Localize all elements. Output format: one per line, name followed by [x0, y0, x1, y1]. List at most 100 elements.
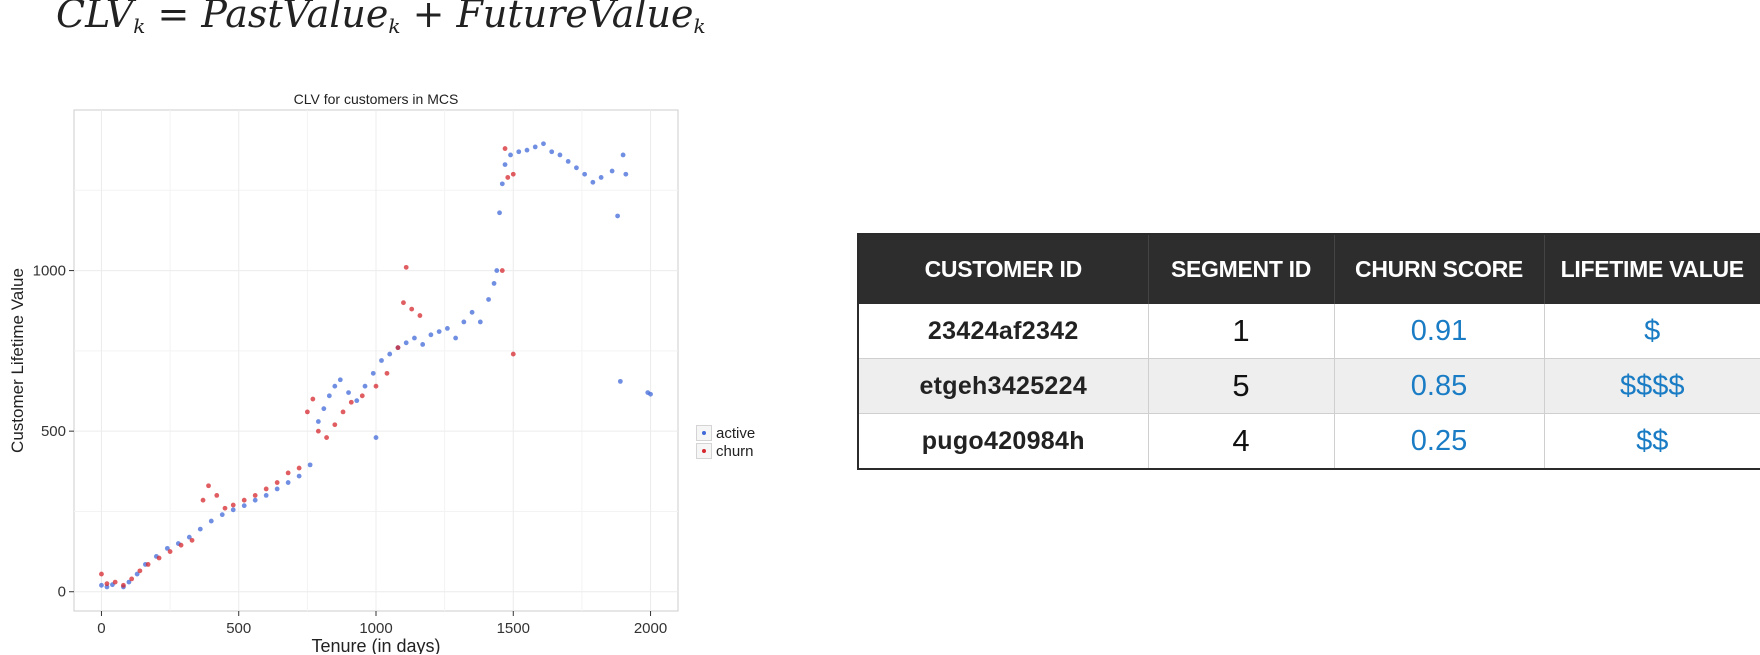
- data-point-active: [403, 340, 409, 346]
- data-point-churn: [403, 264, 409, 270]
- data-point-churn: [230, 502, 236, 508]
- data-point-active: [241, 503, 247, 509]
- scatter-plot: 0 500 1000 1500 2000 0 500 1000 CLV for customer…: [8, 91, 679, 654]
- table-row: 23424af2342 1 0.91 $: [858, 304, 1760, 359]
- table-header-row: CUSTOMER ID SEGMENT ID CHURN SCORE LIFET…: [858, 234, 1760, 304]
- clv-formula: CLVk = PastValuek + FutureValuek: [56, 0, 706, 38]
- data-point-active: [208, 518, 214, 524]
- data-point-churn: [395, 345, 401, 351]
- data-point-churn: [156, 555, 162, 561]
- data-point-churn: [285, 470, 291, 476]
- data-point-active: [230, 507, 236, 513]
- cell-customer-id: 23424af2342: [858, 304, 1149, 359]
- data-point-churn: [359, 393, 365, 399]
- data-point-churn: [409, 306, 415, 312]
- header-customer-id: CUSTOMER ID: [858, 234, 1149, 304]
- data-point-churn: [510, 171, 516, 177]
- data-point-churn: [502, 146, 508, 151]
- data-point-active: [315, 419, 321, 424]
- data-point-active: [623, 171, 629, 177]
- data-point-churn: [189, 537, 195, 543]
- header-lifetime-value: LIFETIME VALUE: [1544, 234, 1760, 304]
- formula-lhs-sub: k: [133, 14, 146, 38]
- data-point-churn: [214, 492, 220, 498]
- data-point-active: [436, 329, 442, 334]
- data-point-active: [590, 179, 596, 185]
- data-point-active: [565, 158, 571, 164]
- cell-customer-id: etgeh3425224: [858, 358, 1149, 414]
- data-point-churn: [296, 465, 302, 471]
- data-point-churn: [145, 562, 151, 567]
- data-point-churn: [348, 399, 354, 405]
- chart-title: CLV for customers in MCS: [294, 91, 459, 107]
- cell-segment-id: 5: [1148, 358, 1335, 414]
- legend-key-churn: [696, 443, 712, 459]
- cell-segment-id: 1: [1148, 304, 1335, 359]
- legend-label-churn: churn: [716, 442, 754, 460]
- data-point-churn: [241, 497, 247, 503]
- data-point-active: [370, 370, 376, 376]
- data-point-churn: [129, 576, 135, 582]
- data-point-active: [296, 473, 302, 479]
- data-point-active: [494, 268, 500, 273]
- data-point-active: [582, 171, 588, 177]
- cell-lifetime-value: $$: [1544, 413, 1760, 470]
- x-tick-label: 2000: [634, 620, 667, 637]
- formula-term2: FutureValue: [456, 0, 694, 36]
- data-point-active: [549, 149, 555, 155]
- data-point-active: [346, 390, 351, 396]
- cell-segment-id: 4: [1148, 413, 1335, 470]
- data-point-active: [332, 383, 338, 389]
- data-point-active: [428, 332, 434, 338]
- data-point-active: [285, 480, 291, 485]
- cell-customer-id: pugo420984h: [858, 413, 1149, 470]
- x-tick-label: 1500: [497, 620, 530, 637]
- data-point-active: [453, 335, 459, 341]
- data-point-active: [477, 319, 483, 325]
- data-point-churn: [315, 428, 321, 434]
- data-point-churn: [274, 480, 280, 485]
- data-point-active: [609, 168, 615, 174]
- cell-lifetime-value: $$$$: [1544, 358, 1760, 414]
- formula-lhs: CLV: [56, 0, 134, 36]
- data-point-active: [557, 152, 563, 158]
- chart-legend: active churn: [696, 424, 755, 460]
- data-point-churn: [112, 579, 118, 585]
- data-point-churn: [252, 492, 258, 498]
- table-row: etgeh3425224 5 0.85 $$$$: [858, 358, 1760, 414]
- data-point-active: [373, 435, 379, 440]
- data-point-active: [362, 383, 368, 389]
- data-point-churn: [200, 497, 206, 503]
- y-axis-label: Customer Lifetime Value: [8, 268, 27, 453]
- data-point-churn: [510, 351, 516, 357]
- formula-plus: +: [400, 0, 457, 36]
- legend-label-active: active: [716, 424, 756, 442]
- data-point-active: [326, 393, 332, 399]
- data-point-churn: [137, 568, 143, 574]
- header-segment-id: SEGMENT ID: [1148, 234, 1335, 304]
- data-point-churn: [104, 581, 110, 587]
- x-tick-label: 500: [226, 620, 251, 637]
- data-point-active: [598, 175, 604, 180]
- data-point-active: [497, 210, 502, 216]
- cell-churn-score: 0.91: [1334, 304, 1545, 359]
- data-point-active: [219, 512, 225, 518]
- data-point-active: [574, 165, 579, 171]
- data-point-churn: [206, 483, 211, 489]
- legend-key-active: [696, 425, 712, 441]
- legend-item-churn: churn: [696, 442, 755, 460]
- data-point-active: [274, 486, 280, 492]
- data-point-churn: [121, 582, 126, 588]
- data-point-active: [499, 181, 505, 187]
- data-point-active: [617, 378, 623, 384]
- data-point-active: [252, 497, 258, 503]
- data-point-churn: [99, 571, 104, 577]
- table-row: pugo420984h 4 0.25 $$: [858, 413, 1760, 470]
- data-point-churn: [373, 383, 379, 389]
- data-point-active: [99, 582, 104, 588]
- data-point-active: [444, 325, 450, 331]
- data-point-churn: [332, 422, 338, 428]
- data-point-active: [197, 526, 203, 532]
- formula-equals: =: [145, 0, 202, 36]
- data-point-active: [412, 335, 417, 341]
